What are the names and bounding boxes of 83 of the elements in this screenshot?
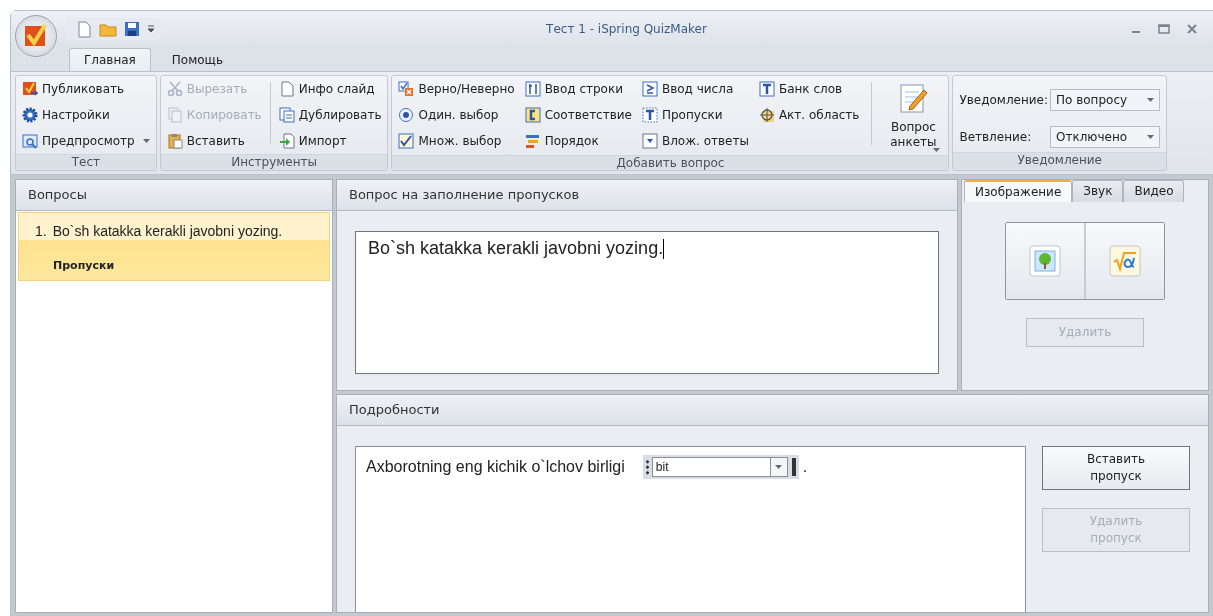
panel-header: Подробности <box>337 395 1208 426</box>
greater-equal-icon <box>641 81 658 97</box>
ribbon-button[interactable]: Предпросмотр <box>20 130 152 152</box>
ordering-bars-icon <box>524 133 541 149</box>
maximize-icon[interactable] <box>1157 22 1171 36</box>
ribbon-tab[interactable]: Помощь <box>156 48 238 71</box>
ribbon-button[interactable]: Ввод числа <box>639 78 751 100</box>
caret-icon <box>775 464 783 470</box>
ribbon-button[interactable]: Один. выбор <box>396 104 517 126</box>
ribbon-button[interactable]: Банк слов <box>756 78 862 100</box>
checkmark-icon <box>23 23 49 49</box>
ribbon-button[interactable]: Ввод строки <box>522 78 634 100</box>
app-menu-button[interactable] <box>15 15 57 57</box>
media-tab[interactable]: Звук <box>1072 180 1124 202</box>
details-button[interactable]: Вставить пропуск <box>1042 446 1190 490</box>
new-document-icon[interactable] <box>75 20 93 38</box>
pencil-note-icon <box>898 82 929 114</box>
close-icon[interactable] <box>1185 22 1199 36</box>
question-text-field[interactable]: Bo`sh katakka kerakli javobni yozing. <box>355 231 939 374</box>
ribbon-tab[interactable]: Главная <box>69 48 151 71</box>
ribbon-button[interactable]: Настройки <box>20 104 152 126</box>
caret-icon <box>142 138 150 144</box>
dropdown-box-icon <box>641 133 658 149</box>
survey-question-button[interactable]: Вопрос анкеты <box>882 78 945 153</box>
ribbon-button[interactable]: Верно/Неверно <box>396 78 517 100</box>
dotted-letter-icon <box>641 107 658 123</box>
dropdown[interactable]: По вопросу <box>1050 88 1160 111</box>
ribbon-button[interactable]: Инфо слайд <box>276 78 384 100</box>
question-text: Bo`sh katakka kerakli javobni yozing. <box>52 223 283 239</box>
ribbon-button[interactable]: Акт. область <box>756 104 862 126</box>
group-label: Инструменты <box>160 154 388 170</box>
copy-icon <box>166 107 183 123</box>
question-type: Пропуски <box>52 258 116 274</box>
question-number: 1. <box>35 223 47 239</box>
ribbon-button[interactable]: Соответствие <box>522 104 634 126</box>
checkbox-icon <box>398 133 415 149</box>
answer-text-field[interactable]: Axborotning eng kichik o`lchov birligi bit . <box>355 446 1026 612</box>
ribbon-button[interactable]: Вставить <box>164 130 264 152</box>
import-icon <box>278 133 295 149</box>
clipboard-icon <box>166 133 183 149</box>
preview-icon <box>22 133 38 149</box>
ribbon-button[interactable]: Импорт <box>276 130 384 152</box>
ribbon-button[interactable]: Публиковать <box>20 78 152 100</box>
scissors-icon <box>166 81 183 97</box>
insert-formula-button[interactable] <box>1084 223 1164 299</box>
group-label: Добавить вопрос <box>392 155 949 170</box>
ribbon-button[interactable]: Множ. выбор <box>396 130 517 152</box>
caret-icon <box>1147 133 1154 140</box>
ribbon-button[interactable]: Влож. ответы <box>639 130 751 152</box>
settings-icon <box>22 107 38 123</box>
group-label: Тест <box>16 154 156 170</box>
blank-dropdown[interactable]: bit <box>642 455 799 479</box>
media-tab[interactable]: Видео <box>1123 180 1185 202</box>
sentence-ending: . <box>802 457 808 476</box>
matching-icon <box>524 107 541 123</box>
field-label: Уведомление: <box>959 92 1048 107</box>
document-icon <box>278 81 295 97</box>
panel-header: Вопросы <box>16 180 332 211</box>
sentence-text: Axborotning eng kichik o`lchov birligi <box>366 457 625 476</box>
true-false-icon <box>398 81 415 97</box>
tree-picture-icon <box>1029 245 1061 277</box>
dropdown[interactable]: Отключено <box>1050 125 1160 148</box>
text-cursor-icon <box>524 81 541 97</box>
target-icon <box>758 107 775 123</box>
letter-box-icon <box>758 81 775 97</box>
save-icon[interactable] <box>123 20 141 38</box>
media-tab[interactable]: Изображение <box>964 180 1073 202</box>
caret-icon <box>1147 96 1154 103</box>
publish-icon <box>22 81 38 97</box>
radio-button-icon <box>398 107 415 123</box>
ribbon-button[interactable]: Порядок <box>522 130 634 152</box>
window-title: Тест 1 - iSpring QuizMaker <box>545 22 708 36</box>
caret-icon <box>933 147 941 153</box>
duplicate-icon <box>278 107 295 123</box>
square-root-alpha-icon <box>1109 245 1141 277</box>
field-label: Ветвление: <box>959 129 1033 144</box>
ribbon-button[interactable]: Дублировать <box>276 104 384 126</box>
question-list-item[interactable]: 1. Bo`sh katakka kerakli javobni yozing. Пропуски <box>18 212 330 281</box>
insert-picture-button[interactable] <box>1006 223 1084 299</box>
drag-handle-icon[interactable] <box>645 459 649 475</box>
panel-header: Вопрос на заполнение пропусков <box>337 180 957 211</box>
group-label: Уведомление <box>953 152 1166 170</box>
ribbon-button[interactable]: Пропуски <box>639 104 751 126</box>
